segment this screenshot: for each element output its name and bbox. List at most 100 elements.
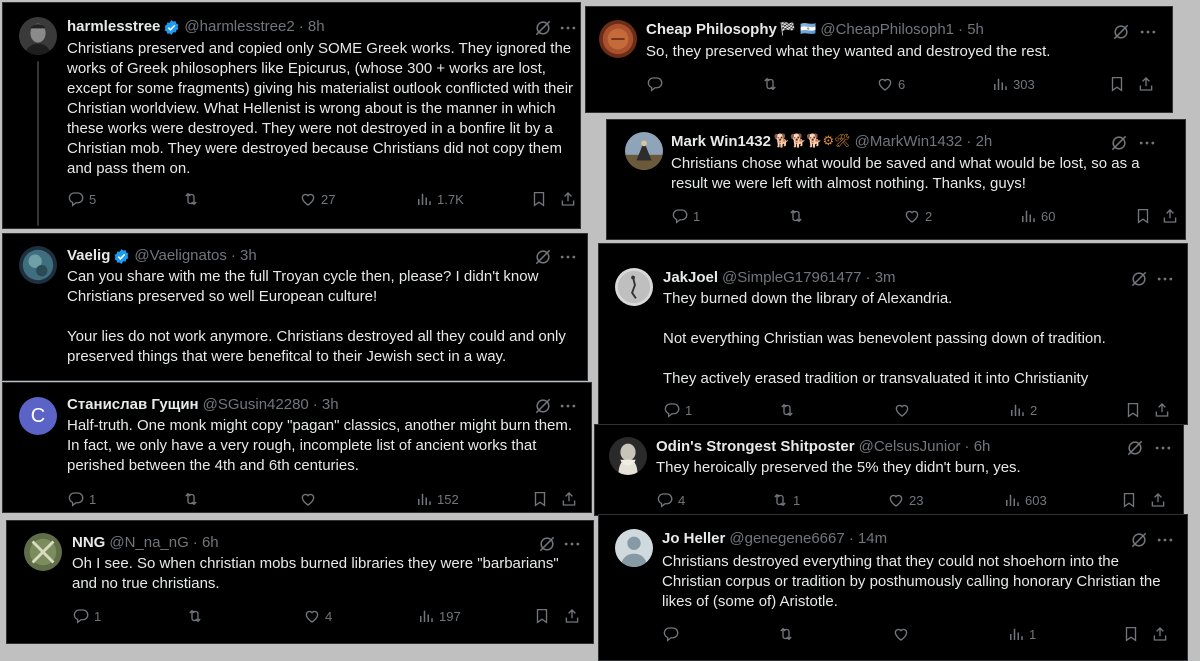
bookmark-icon[interactable]	[533, 607, 551, 625]
grok-icon[interactable]	[537, 534, 557, 554]
views-button[interactable]: 197	[417, 606, 461, 626]
tweet-nng[interactable]: NNG @N_na_nG · 6h Oh I see. So when chri…	[6, 520, 594, 644]
display-name[interactable]: NNG	[72, 533, 105, 553]
views-button[interactable]: 60	[1019, 206, 1055, 226]
share-icon[interactable]	[1137, 75, 1155, 93]
tweet-cheap-philosophy[interactable]: Cheap Philosophy 🏁 🇦🇷 @CheapPhilosoph1 ·…	[585, 6, 1173, 113]
user-handle[interactable]: @harmlesstree2	[184, 17, 294, 37]
more-options-icon[interactable]	[558, 396, 578, 416]
like-button[interactable]: 4	[303, 606, 332, 626]
like-button[interactable]	[892, 624, 910, 644]
tweet-jakjoel[interactable]: JakJoel @SimpleG17961477 · 3m They burne…	[598, 243, 1188, 425]
timestamp[interactable]: · 6h	[965, 437, 991, 457]
avatar[interactable]	[625, 132, 663, 170]
grok-icon[interactable]	[1129, 530, 1149, 550]
grok-icon[interactable]	[533, 396, 553, 416]
bookmark-icon[interactable]	[1122, 625, 1140, 643]
repost-button[interactable]	[182, 489, 200, 509]
like-button[interactable]: 27	[299, 189, 335, 209]
more-options-icon[interactable]	[558, 18, 578, 38]
avatar[interactable]	[615, 268, 653, 306]
share-icon[interactable]	[1149, 491, 1167, 509]
avatar[interactable]	[599, 20, 637, 58]
timestamp[interactable]: · 14m	[849, 529, 887, 549]
repost-button[interactable]	[777, 624, 795, 644]
reply-button[interactable]: 1	[671, 206, 700, 226]
avatar[interactable]	[609, 437, 647, 475]
grok-icon[interactable]	[533, 247, 553, 267]
tweet-jo-heller[interactable]: Jo Heller @genegene6667 · 14m Christians…	[598, 514, 1188, 661]
share-icon[interactable]	[1151, 625, 1169, 643]
bookmark-icon[interactable]	[531, 490, 549, 508]
reply-button[interactable]: 4	[656, 490, 685, 510]
like-button[interactable]	[893, 400, 911, 420]
display-name[interactable]: harmlesstree	[67, 17, 160, 37]
like-button[interactable]: 2	[903, 206, 932, 226]
bookmark-icon[interactable]	[1124, 401, 1142, 419]
more-options-icon[interactable]	[1155, 530, 1175, 550]
share-icon[interactable]	[559, 190, 577, 208]
avatar[interactable]	[19, 246, 57, 284]
tweet-mark-win[interactable]: Mark Win1432 🐕🐕🐕⚙🛠 @MarkWin1432 · 2h Chr…	[606, 119, 1186, 240]
timestamp[interactable]: · 3m	[866, 268, 896, 288]
timestamp[interactable]: · 2h	[966, 132, 992, 152]
tweet-odin[interactable]: Odin's Strongest Shitposter @CelsusJunio…	[594, 424, 1184, 516]
views-button[interactable]: 1.7K	[415, 189, 464, 209]
timestamp[interactable]: · 3h	[313, 395, 339, 415]
timestamp[interactable]: · 8h	[299, 17, 325, 37]
repost-button[interactable]	[186, 606, 204, 626]
more-options-icon[interactable]	[1155, 269, 1175, 289]
user-handle[interactable]: @N_na_nG	[109, 533, 188, 553]
user-handle[interactable]: @SGusin42280	[203, 395, 309, 415]
more-options-icon[interactable]	[1138, 22, 1158, 42]
bookmark-icon[interactable]	[530, 190, 548, 208]
display-name[interactable]: Vaelig	[67, 246, 110, 266]
display-name[interactable]: Odin's Strongest Shitposter	[656, 437, 855, 457]
display-name[interactable]: Станислав Гущин	[67, 395, 199, 415]
views-button[interactable]: 2	[1008, 400, 1037, 420]
like-button[interactable]: 23	[887, 490, 923, 510]
repost-button[interactable]	[182, 189, 200, 209]
avatar[interactable]	[615, 529, 653, 567]
user-handle[interactable]: @MarkWin1432	[855, 132, 963, 152]
avatar[interactable]: C	[19, 397, 57, 435]
avatar[interactable]	[19, 17, 57, 55]
user-handle[interactable]: @SimpleG17961477	[722, 268, 861, 288]
timestamp[interactable]: · 3h	[231, 246, 257, 266]
views-button[interactable]: 152	[415, 489, 459, 509]
grok-icon[interactable]	[1111, 22, 1131, 42]
repost-button[interactable]	[787, 206, 805, 226]
tweet-vaelig[interactable]: Vaelig @Vaelignatos · 3h Can you share w…	[2, 233, 588, 381]
share-icon[interactable]	[560, 490, 578, 508]
tweet-stanislav[interactable]: C Станислав Гущин @SGusin42280 · 3h Half…	[2, 382, 592, 513]
display-name[interactable]: JakJoel	[663, 268, 718, 288]
bookmark-icon[interactable]	[1108, 75, 1126, 93]
more-options-icon[interactable]	[558, 247, 578, 267]
more-options-icon[interactable]	[1153, 438, 1173, 458]
bookmark-icon[interactable]	[1134, 207, 1152, 225]
grok-icon[interactable]	[533, 18, 553, 38]
user-handle[interactable]: @CheapPhilosoph1	[820, 20, 954, 40]
share-icon[interactable]	[1153, 401, 1171, 419]
reply-button[interactable]: 1	[72, 606, 101, 626]
display-name[interactable]: Cheap Philosophy	[646, 20, 777, 40]
repost-button[interactable]	[778, 400, 796, 420]
bookmark-icon[interactable]	[1120, 491, 1138, 509]
grok-icon[interactable]	[1109, 133, 1129, 153]
like-button[interactable]: 6	[876, 74, 905, 94]
like-button[interactable]	[299, 489, 317, 509]
tweet-harmlesstree[interactable]: harmlesstree @harmlesstree2 · 8h Christi…	[2, 2, 581, 229]
more-options-icon[interactable]	[562, 534, 582, 554]
reply-button[interactable]: 1	[663, 400, 692, 420]
repost-button[interactable]	[761, 74, 779, 94]
share-icon[interactable]	[1161, 207, 1179, 225]
share-icon[interactable]	[563, 607, 581, 625]
views-button[interactable]: 603	[1003, 490, 1047, 510]
reply-button[interactable]	[646, 74, 664, 94]
grok-icon[interactable]	[1125, 438, 1145, 458]
reply-button[interactable]	[662, 624, 680, 644]
views-button[interactable]: 303	[991, 74, 1035, 94]
reply-button[interactable]: 5	[67, 189, 96, 209]
reply-button[interactable]: 1	[67, 489, 96, 509]
repost-button[interactable]: 1	[771, 490, 800, 510]
